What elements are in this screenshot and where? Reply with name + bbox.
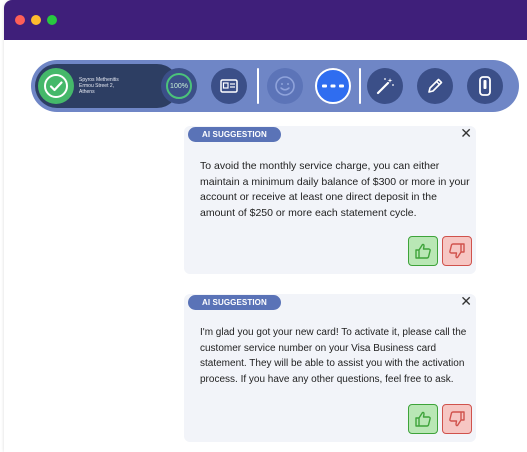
close-window-button[interactable] xyxy=(15,15,25,25)
id-card-icon xyxy=(220,79,238,93)
score-button[interactable]: 100% xyxy=(161,68,197,104)
call-toolbar: Spyros Methenitis Ermou Street 2, Athens… xyxy=(31,60,519,112)
id-card-button[interactable] xyxy=(211,68,247,104)
title-bar xyxy=(4,0,527,40)
thumbs-down-button[interactable] xyxy=(442,236,472,266)
toolbar-divider xyxy=(257,68,259,104)
ai-suggestion-card: AI SUGGESTION ✕ To avoid the monthly ser… xyxy=(184,124,476,274)
suggestion-text: To avoid the monthly service charge, you… xyxy=(200,160,470,219)
pencil-icon xyxy=(428,78,443,93)
thumbs-up-icon xyxy=(415,411,431,427)
magic-wand-icon xyxy=(376,78,394,95)
smiley-button[interactable] xyxy=(267,68,303,104)
toolbar-divider xyxy=(359,68,361,104)
thumbs-up-button[interactable] xyxy=(408,404,438,434)
dots-icon xyxy=(322,84,344,88)
main-content: Spyros Methenitis Ermou Street 2, Athens… xyxy=(4,40,527,452)
thumbs-up-icon xyxy=(415,243,431,259)
smiley-icon xyxy=(275,76,295,96)
phone-button[interactable] xyxy=(467,68,503,104)
thumbs-up-button[interactable] xyxy=(408,236,438,266)
close-icon[interactable]: ✕ xyxy=(460,292,472,310)
ai-suggestion-badge: AI SUGGESTION xyxy=(188,127,281,142)
contact-pill[interactable]: Spyros Methenitis Ermou Street 2, Athens xyxy=(35,64,179,108)
ai-suggestion-badge: AI SUGGESTION xyxy=(188,295,281,310)
more-options-button[interactable] xyxy=(315,68,351,104)
magic-wand-button[interactable] xyxy=(367,68,403,104)
thumbs-down-icon xyxy=(449,243,465,259)
maximize-window-button[interactable] xyxy=(47,15,57,25)
minimize-window-button[interactable] xyxy=(31,15,41,25)
thumbs-down-icon xyxy=(449,411,465,427)
score-ring: 100% xyxy=(166,73,192,99)
ai-suggestion-card: AI SUGGESTION ✕ I'm glad you got your ne… xyxy=(184,292,476,442)
edit-button[interactable] xyxy=(417,68,453,104)
app-window: Spyros Methenitis Ermou Street 2, Athens… xyxy=(4,0,527,452)
phone-icon xyxy=(479,76,491,96)
close-icon[interactable]: ✕ xyxy=(460,124,472,142)
thumbs-down-button[interactable] xyxy=(442,404,472,434)
check-circle-icon xyxy=(38,68,74,104)
suggestion-text: I'm glad you got your new card! To activ… xyxy=(200,327,467,385)
